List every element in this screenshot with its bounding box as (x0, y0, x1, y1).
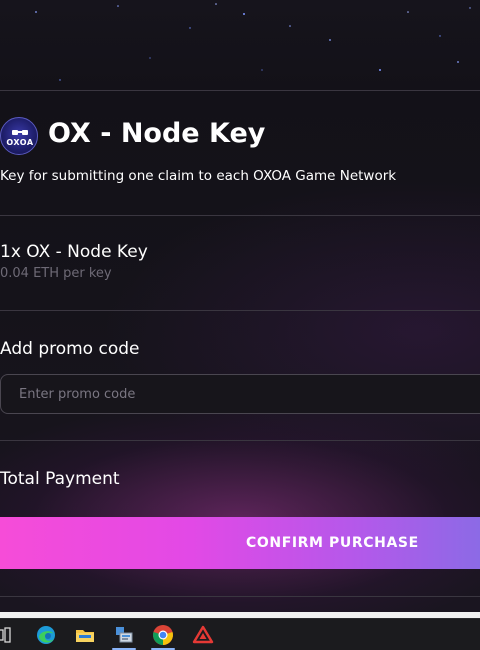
section-divider (0, 440, 480, 441)
product-description: Key for submitting one claim to each OXO… (0, 168, 397, 184)
purchase-panel: OXOA OX - Node Key Key for submitting on… (0, 0, 480, 615)
red-triangle-app-icon[interactable] (191, 623, 215, 647)
edge-icon[interactable] (34, 623, 58, 647)
taskbar (0, 618, 480, 650)
promo-label: Add promo code (0, 339, 140, 359)
product-title: OX - Node Key (48, 118, 266, 149)
confirm-purchase-button[interactable]: CONFIRM PURCHASE (0, 517, 480, 569)
oxoa-logo: OXOA (0, 117, 38, 155)
starfield-background (35, 3, 471, 81)
file-explorer-icon[interactable] (73, 623, 97, 647)
network-app-icon[interactable] (112, 623, 136, 650)
section-divider (0, 596, 480, 597)
logo-glasses-icon (12, 130, 28, 135)
logo-text: OXOA (6, 138, 34, 147)
section-divider (0, 90, 480, 91)
promo-code-input[interactable] (0, 374, 480, 414)
task-view-icon[interactable] (0, 623, 18, 647)
order-price: 0.04 ETH per key (0, 266, 112, 281)
section-divider (0, 215, 480, 216)
order-item: 1x OX - Node Key (0, 242, 148, 262)
total-payment-label: Total Payment (0, 469, 120, 489)
chrome-icon[interactable] (151, 623, 175, 650)
section-divider (0, 310, 480, 311)
